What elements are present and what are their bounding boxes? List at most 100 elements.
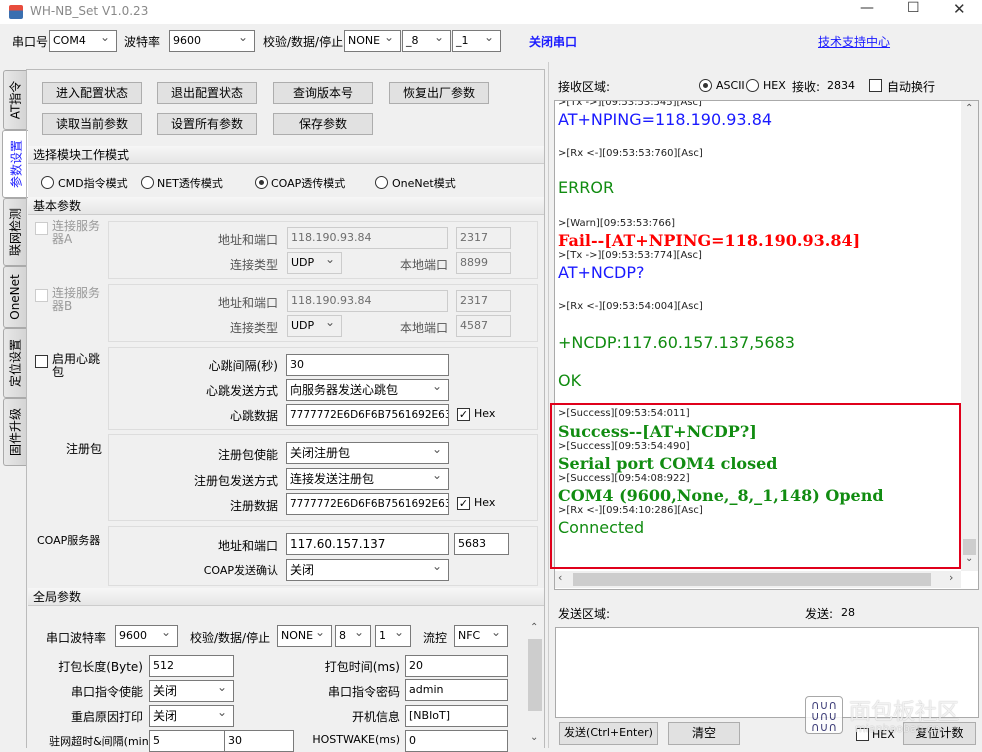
tab-location-settings[interactable]: 定位设置	[3, 328, 26, 398]
coap-label: COAP服务器	[37, 534, 101, 547]
tab-onenet[interactable]: OneNet	[3, 266, 26, 328]
save-params-button[interactable]: 保存参数	[273, 113, 373, 135]
port-select[interactable]: COM4	[49, 30, 117, 52]
mode-section-header: 选择模块工作模式	[28, 146, 544, 164]
log-header: >[Warn][09:53:53:766]	[558, 218, 676, 229]
tab-firmware-upgrade[interactable]: 固件升级	[3, 398, 26, 466]
coap-port-input[interactable]: 5683	[454, 533, 509, 555]
receive-vscrollbar[interactable]: ⌃ ⌄	[961, 101, 978, 571]
heartbeat-interval-input[interactable]: 30	[286, 354, 449, 376]
databits-select[interactable]: _8	[402, 30, 451, 52]
close-port-button[interactable]: 关闭串口	[529, 33, 577, 50]
hostwake-input[interactable]: 0	[405, 730, 508, 752]
tab-parameter-settings[interactable]: 参数设置	[2, 130, 28, 198]
boot-info-input[interactable]: [NBIoT]	[405, 705, 508, 727]
minimize-button[interactable]: —	[860, 0, 874, 16]
mode-radio-onenet[interactable]	[375, 176, 388, 189]
autowrap-checkbox[interactable]	[869, 79, 882, 92]
global-scrollbar[interactable]: ⌃ ⌄	[527, 622, 543, 748]
server-a-checkbox[interactable]	[35, 222, 48, 235]
clear-button[interactable]: 清空	[668, 722, 740, 745]
mode-radio-net[interactable]	[141, 176, 154, 189]
scroll-right-icon[interactable]: ›	[949, 571, 953, 584]
attach-label: 驻网超时&间隔(min)	[49, 735, 153, 748]
maximize-button[interactable]: ☐	[907, 0, 920, 16]
watermark-url: mianbaoban.cn	[855, 722, 941, 735]
heartbeat-hex-label: Hex	[474, 407, 496, 420]
support-link[interactable]: 技术支持中心	[818, 33, 890, 50]
factory-reset-button[interactable]: 恢复出厂参数	[389, 82, 489, 104]
attach-timeout-input[interactable]: 5	[149, 730, 234, 752]
server-b-port-input[interactable]: 2317	[456, 290, 511, 312]
log-message: ERROR	[558, 178, 615, 197]
global-parity-select[interactable]: NONE	[277, 625, 332, 647]
pack-time-input[interactable]: 20	[405, 655, 508, 677]
global-databits-select[interactable]: 8	[335, 625, 371, 647]
tab-network-check[interactable]: 联网检测	[3, 198, 26, 266]
server-a-addr-input[interactable]: 118.190.93.84	[287, 227, 448, 249]
register-mode-select[interactable]: 连接发送注册包	[286, 468, 449, 490]
scroll-up-icon[interactable]: ⌃	[530, 622, 538, 633]
global-flow-select[interactable]: NFC	[454, 625, 508, 647]
exit-config-button[interactable]: 退出配置状态	[157, 82, 257, 104]
read-params-button[interactable]: 读取当前参数	[42, 113, 142, 135]
server-b-addr-input[interactable]: 118.190.93.84	[287, 290, 448, 312]
mode-radio-coap[interactable]	[255, 176, 268, 189]
pack-time-label: 打包时间(ms)	[324, 660, 400, 674]
register-hex-checkbox[interactable]: ✓	[457, 497, 470, 510]
scroll-thumb[interactable]	[528, 639, 542, 711]
server-b-local-port-input[interactable]: 4587	[456, 315, 511, 337]
hex-radio[interactable]	[746, 79, 759, 92]
enter-config-button[interactable]: 进入配置状态	[42, 82, 142, 104]
set-all-button[interactable]: 设置所有参数	[157, 113, 257, 135]
scroll-down-icon[interactable]: ⌄	[965, 553, 973, 564]
scroll-thumb[interactable]	[573, 573, 931, 586]
scroll-left-icon[interactable]: ‹	[558, 571, 562, 584]
heartbeat-mode-select[interactable]: 向服务器发送心跳包	[286, 379, 449, 401]
server-b-addr-label: 地址和端口	[217, 296, 278, 310]
highlight-box	[550, 403, 961, 569]
ascii-radio[interactable]	[699, 79, 712, 92]
heartbeat-data-label: 心跳数据	[229, 409, 278, 423]
global-stopbits-select[interactable]: 1	[375, 625, 411, 647]
tab-label: 定位设置	[8, 338, 23, 388]
parity-select[interactable]: NONE	[344, 30, 401, 52]
server-b-type-select[interactable]: UDP	[287, 315, 342, 337]
send-count-label: 发送:	[805, 607, 834, 621]
cmd-enable-select[interactable]: 关闭	[149, 680, 234, 702]
log-message: OK	[558, 371, 582, 390]
coap-addr-input[interactable]: 117.60.157.137	[286, 533, 449, 555]
scroll-down-icon[interactable]: ⌄	[530, 732, 538, 743]
receive-hscrollbar[interactable]: ‹ ›	[555, 571, 961, 588]
pack-length-input[interactable]: 512	[149, 655, 234, 677]
mode-radio-cmd[interactable]	[41, 176, 54, 189]
server-a-type-select[interactable]: UDP	[287, 252, 342, 274]
log-header: >[Tx ->][09:53:53:774][Asc]	[558, 250, 702, 261]
query-version-button[interactable]: 查询版本号	[273, 82, 373, 104]
parity-label: 校验/数据/停止	[263, 35, 344, 49]
heartbeat-data-input[interactable]: 7777772E6D6F6B7561692E636E	[286, 404, 449, 426]
close-window-button[interactable]: ✕	[953, 0, 966, 18]
scroll-up-icon[interactable]: ⌃	[965, 103, 973, 114]
heartbeat-hex-checkbox[interactable]: ✓	[457, 408, 470, 421]
right-panel-divider	[548, 62, 549, 748]
basic-section-header: 基本参数	[28, 197, 544, 215]
global-baud-select[interactable]: 9600	[115, 625, 178, 647]
register-enable-select[interactable]: 关闭注册包	[286, 442, 449, 464]
server-a-local-port-input[interactable]: 8899	[456, 252, 511, 274]
register-data-input[interactable]: 7777772E6D6F6B7561692E636E	[286, 493, 449, 515]
stopbits-select[interactable]: _1	[452, 30, 501, 52]
coap-confirm-select[interactable]: 关闭	[286, 559, 449, 581]
tab-at-commands[interactable]: AT指令	[3, 70, 26, 130]
reboot-reason-select[interactable]: 关闭	[149, 705, 234, 727]
attach-interval-input[interactable]: 30	[224, 730, 294, 752]
heartbeat-checkbox[interactable]	[35, 355, 48, 368]
server-b-checkbox[interactable]	[35, 289, 48, 302]
baud-select[interactable]: 9600	[169, 30, 255, 52]
cmd-enable-label: 串口指令使能	[70, 685, 143, 699]
server-a-port-input[interactable]: 2317	[456, 227, 511, 249]
receive-count-label: 接收:	[792, 80, 821, 94]
send-button[interactable]: 发送(Ctrl+Enter)	[559, 722, 658, 745]
cmd-password-input[interactable]: admin	[405, 679, 508, 701]
register-mode-label: 注册包发送方式	[193, 474, 278, 488]
